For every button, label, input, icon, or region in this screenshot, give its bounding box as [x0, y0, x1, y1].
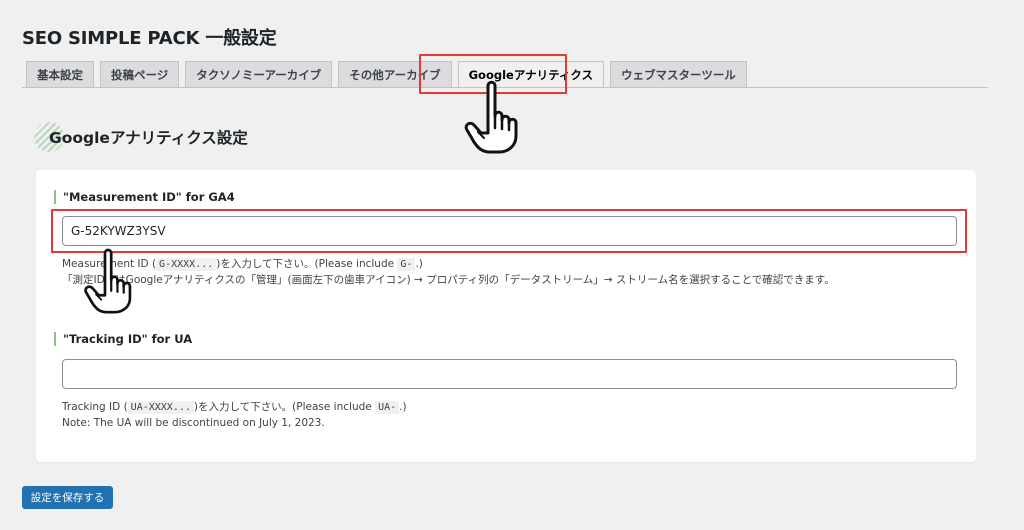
save-settings-button[interactable]: 設定を保存する	[22, 486, 113, 509]
ga4-field-label: "Measurement ID" for GA4	[54, 190, 235, 204]
pointing-hand-icon	[464, 80, 518, 154]
ua-desc-text-mid: )を入力して下さい。(Please include	[193, 401, 376, 413]
ua-desc-code-format: UA-XXXX...	[127, 401, 194, 414]
tracking-id-input[interactable]	[62, 359, 957, 389]
ga4-desc-text-mid: )を入力して下さい。(Please include	[216, 258, 398, 270]
tab-other-archive[interactable]: その他アーカイブ	[338, 61, 452, 88]
ga4-desc-code-format: G-XXXX...	[156, 258, 217, 271]
measurement-id-input[interactable]	[62, 216, 957, 246]
ua-desc-code-prefix: UA-	[375, 401, 400, 414]
page-title: SEO SIMPLE PACK 一般設定	[22, 28, 277, 49]
settings-tabs: 基本設定 投稿ページ タクソノミーアーカイブ その他アーカイブ Googleアナ…	[26, 61, 747, 88]
ua-description-line1: Tracking ID (UA-XXXX...)を入力して下さい。(Please…	[62, 399, 407, 416]
section-heading: Googleアナリティクス設定	[34, 122, 248, 152]
tab-taxonomy-archive[interactable]: タクソノミーアーカイブ	[185, 61, 333, 88]
tab-basic-settings[interactable]: 基本設定	[26, 61, 94, 88]
ua-desc-text-end: .)	[399, 401, 407, 413]
ga4-description-line2: 「測定ID」はGoogleアナリティクスの「管理」(画面左下の歯車アイコン) →…	[62, 274, 835, 286]
ua-field-label: "Tracking ID" for UA	[54, 332, 192, 346]
pointing-hand-icon	[84, 248, 132, 314]
ga4-desc-code-prefix: G-	[397, 258, 416, 271]
settings-card: "Measurement ID" for GA4 Measurement ID …	[36, 170, 976, 462]
ua-desc-text: Tracking ID (	[62, 401, 128, 413]
tab-post-page[interactable]: 投稿ページ	[100, 61, 180, 88]
ua-description-line2: Note: The UA will be discontinued on Jul…	[62, 417, 325, 429]
tab-webmaster-tools[interactable]: ウェブマスターツール	[610, 61, 747, 88]
section-title: Googleアナリティクス設定	[49, 129, 248, 147]
ga4-desc-text-end: .)	[415, 258, 423, 270]
